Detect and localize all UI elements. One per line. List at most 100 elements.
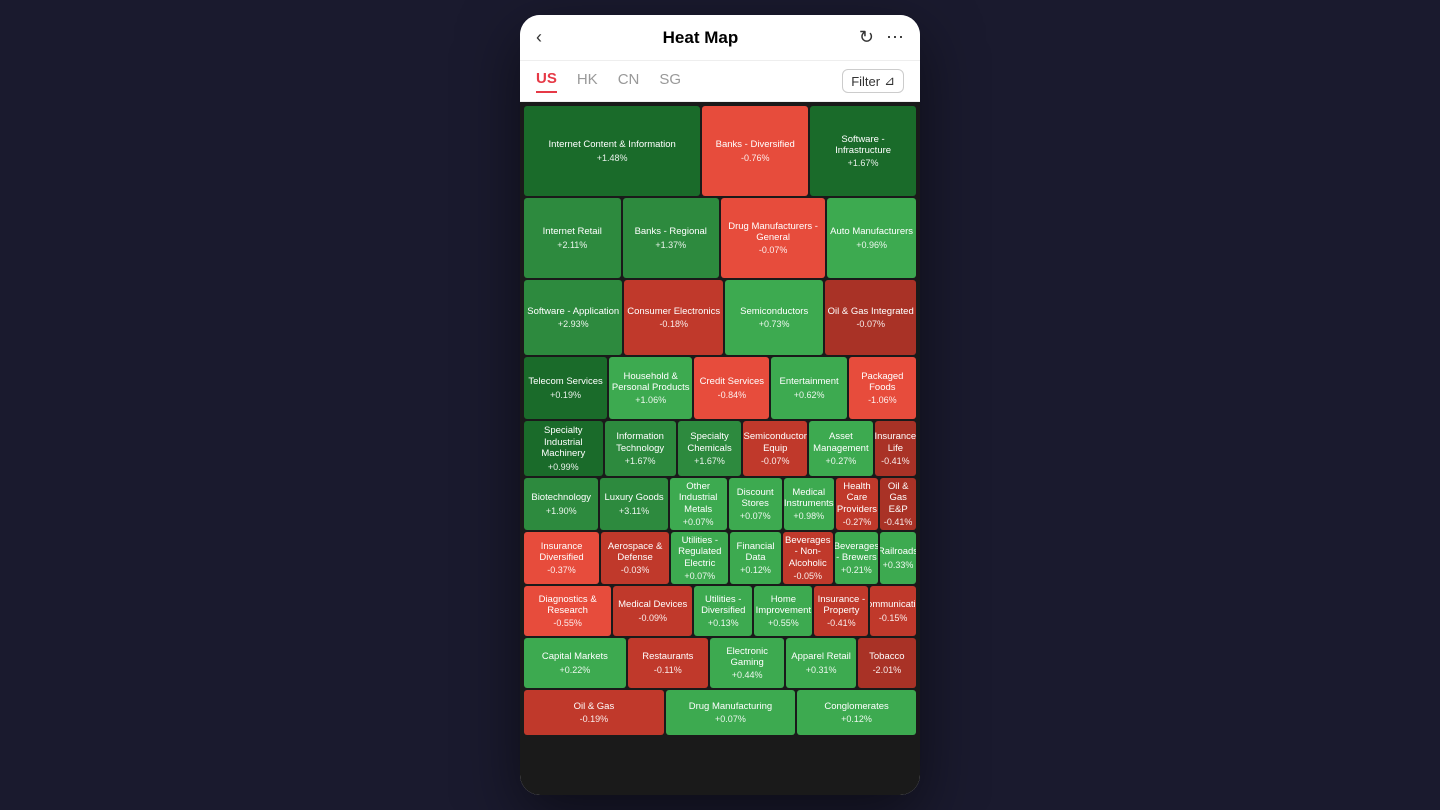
heatmap-cell[interactable]: Capital Markets+0.22% — [524, 638, 626, 688]
heatmap-cell[interactable]: Biotechnology+1.90% — [524, 478, 598, 530]
cell-label: Internet Retail — [543, 226, 602, 237]
heatmap-cell[interactable]: Aerospace & Defense-0.03% — [601, 532, 669, 584]
cell-label: Drug Manufacturers - General — [723, 221, 823, 244]
heatmap-cell[interactable]: Beverages - Non-Alcoholic-0.05% — [783, 532, 833, 584]
heatmap-cell[interactable]: Banks - Regional+1.37% — [623, 198, 720, 278]
heatmap-cell[interactable]: Diagnostics & Research-0.55% — [524, 586, 611, 636]
cell-label: Insurance Diversified — [526, 541, 597, 564]
cell-value: +0.99% — [548, 462, 579, 472]
tabs-bar: US HK CN SG Filter ⊿ — [520, 61, 920, 102]
heatmap-cell[interactable]: Entertainment+0.62% — [771, 357, 846, 419]
heatmap-cell[interactable]: Beverages - Brewers+0.21% — [835, 532, 878, 584]
cell-label: Oil & Gas — [574, 701, 615, 712]
tab-sg[interactable]: SG — [659, 71, 681, 92]
heatmap-cell[interactable]: Household & Personal Products+1.06% — [609, 357, 692, 419]
heatmap-cell[interactable]: Insurance - Property-0.41% — [814, 586, 868, 636]
heatmap-cell[interactable]: Software - Application+2.93% — [524, 280, 622, 355]
filter-button[interactable]: Filter ⊿ — [842, 69, 904, 93]
cell-label: Asset Management — [811, 431, 871, 454]
heatmap-cell[interactable]: Other Industrial Metals +0.07% — [670, 478, 727, 530]
cell-label: Telecom Services — [528, 376, 602, 387]
cell-value: +0.07% — [683, 517, 714, 527]
heatmap-cell[interactable]: Luxury Goods+3.11% — [600, 478, 667, 530]
heatmap-cell[interactable]: Auto Manufacturers+0.96% — [827, 198, 916, 278]
cell-value: -0.37% — [547, 565, 576, 575]
heatmap-cell[interactable]: Drug Manufacturing+0.07% — [666, 690, 795, 735]
cell-label: Biotechnology — [531, 492, 591, 503]
cell-value: -0.18% — [659, 319, 688, 329]
heatmap-cell[interactable]: Specialty Industrial Machinery +0.99% — [524, 421, 603, 476]
cell-label: Specialty Industrial Machinery — [526, 425, 601, 459]
heatmap-cell[interactable]: Discount Stores+0.07% — [729, 478, 782, 530]
tab-hk[interactable]: HK — [577, 71, 598, 92]
heatmap-cell[interactable]: Utilities - Diversified+0.13% — [694, 586, 752, 636]
cell-label: Credit Services — [700, 376, 764, 387]
heatmap-cell[interactable]: Consumer Electronics-0.18% — [624, 280, 722, 355]
cell-value: -0.76% — [741, 153, 770, 163]
filter-label: Filter — [851, 74, 880, 89]
heatmap-cell[interactable]: Electronic Gaming+0.44% — [710, 638, 785, 688]
heatmap-cell[interactable]: Insurance Diversified-0.37% — [524, 532, 599, 584]
heatmap-cell[interactable]: Oil & Gas Integrated-0.07% — [825, 280, 916, 355]
cell-label: Insurance Life — [875, 431, 916, 454]
heatmap-cell[interactable]: Oil & Gas -0.19% — [524, 690, 664, 735]
cell-label: Conglomerates — [824, 701, 888, 712]
cell-value: +0.21% — [841, 565, 872, 575]
cell-value: -0.19% — [580, 714, 609, 724]
heatmap-cell[interactable]: Utilities - Regulated Electric+0.07% — [671, 532, 728, 584]
heatmap-container[interactable]: Internet Content & Information+1.48%Bank… — [520, 102, 920, 795]
heatmap-cell[interactable]: Credit Services -0.84% — [694, 357, 769, 419]
cell-label: Luxury Goods — [605, 492, 664, 503]
heatmap-grid: Internet Content & Information+1.48%Bank… — [524, 106, 916, 735]
cell-label: Oil & Gas E&P — [882, 481, 914, 515]
heatmap-cell[interactable]: Conglomerates+0.12% — [797, 690, 916, 735]
heatmap-cell[interactable]: Railroads+0.33% — [880, 532, 916, 584]
cell-value: -0.41% — [881, 456, 910, 466]
heatmap-cell[interactable]: Semiconductor Equip-0.07% — [743, 421, 807, 476]
heatmap-cell[interactable]: Financial Data+0.12% — [730, 532, 780, 584]
header-icons: ↻ ⋯ — [859, 27, 904, 48]
cell-label: Discount Stores — [731, 487, 780, 510]
cell-label: Internet Content & Information — [549, 139, 676, 150]
cell-label: Communication — [870, 599, 916, 610]
heatmap-cell[interactable]: Software - Infrastructure+1.67% — [810, 106, 916, 196]
heatmap-cell[interactable]: Banks - Diversified-0.76% — [702, 106, 808, 196]
heatmap-cell[interactable]: Insurance Life -0.41% — [875, 421, 916, 476]
heatmap-cell[interactable]: Internet Content & Information+1.48% — [524, 106, 700, 196]
heatmap-cell[interactable]: Health Care Providers-0.27% — [836, 478, 879, 530]
cell-label: Other Industrial Metals — [672, 481, 725, 515]
heatmap-cell[interactable]: Apparel Retail+0.31% — [786, 638, 855, 688]
heatmap-cell[interactable]: Tobacco-2.01% — [858, 638, 916, 688]
heatmap-cell[interactable]: Medical Devices-0.09% — [613, 586, 692, 636]
heatmap-cell[interactable]: Packaged Foods-1.06% — [849, 357, 916, 419]
cell-value: -0.84% — [718, 390, 747, 400]
tab-us[interactable]: US — [536, 70, 557, 93]
back-button[interactable]: ‹ — [536, 27, 542, 48]
cell-label: Software - Application — [527, 306, 619, 317]
heatmap-cell[interactable]: Telecom Services+0.19% — [524, 357, 607, 419]
heatmap-cell[interactable]: Internet Retail+2.11% — [524, 198, 621, 278]
tab-cn[interactable]: CN — [618, 71, 640, 92]
cell-label: Restaurants — [642, 651, 693, 662]
cell-value: -0.15% — [879, 613, 908, 623]
heatmap-cell[interactable]: Home Improvement+0.55% — [754, 586, 812, 636]
cell-value: -0.11% — [654, 665, 682, 675]
more-icon[interactable]: ⋯ — [886, 27, 904, 48]
heatmap-cell[interactable]: Oil & Gas E&P-0.41% — [880, 478, 916, 530]
heatmap-cell[interactable]: Information Technology+1.67% — [605, 421, 676, 476]
cell-label: Household & Personal Products — [611, 371, 690, 394]
heatmap-cell[interactable]: Communication -0.15% — [870, 586, 916, 636]
heatmap-cell[interactable]: Restaurants -0.11% — [628, 638, 708, 688]
heatmap-row: Telecom Services+0.19%Household & Person… — [524, 357, 916, 419]
heatmap-cell[interactable]: Specialty Chemicals+1.67% — [678, 421, 742, 476]
refresh-icon[interactable]: ↻ — [859, 27, 874, 48]
heatmap-cell[interactable]: Drug Manufacturers - General-0.07% — [721, 198, 825, 278]
cell-value: +0.44% — [732, 670, 763, 680]
cell-label: Utilities - Regulated Electric — [673, 535, 726, 569]
heatmap-row: Internet Retail+2.11%Banks - Regional+1.… — [524, 198, 916, 278]
heatmap-cell[interactable]: Semiconductors+0.73% — [725, 280, 823, 355]
cell-value: -1.06% — [868, 395, 897, 405]
cell-label: Entertainment — [780, 376, 839, 387]
heatmap-cell[interactable]: Medical Instruments+0.98% — [784, 478, 834, 530]
heatmap-cell[interactable]: Asset Management+0.27% — [809, 421, 873, 476]
